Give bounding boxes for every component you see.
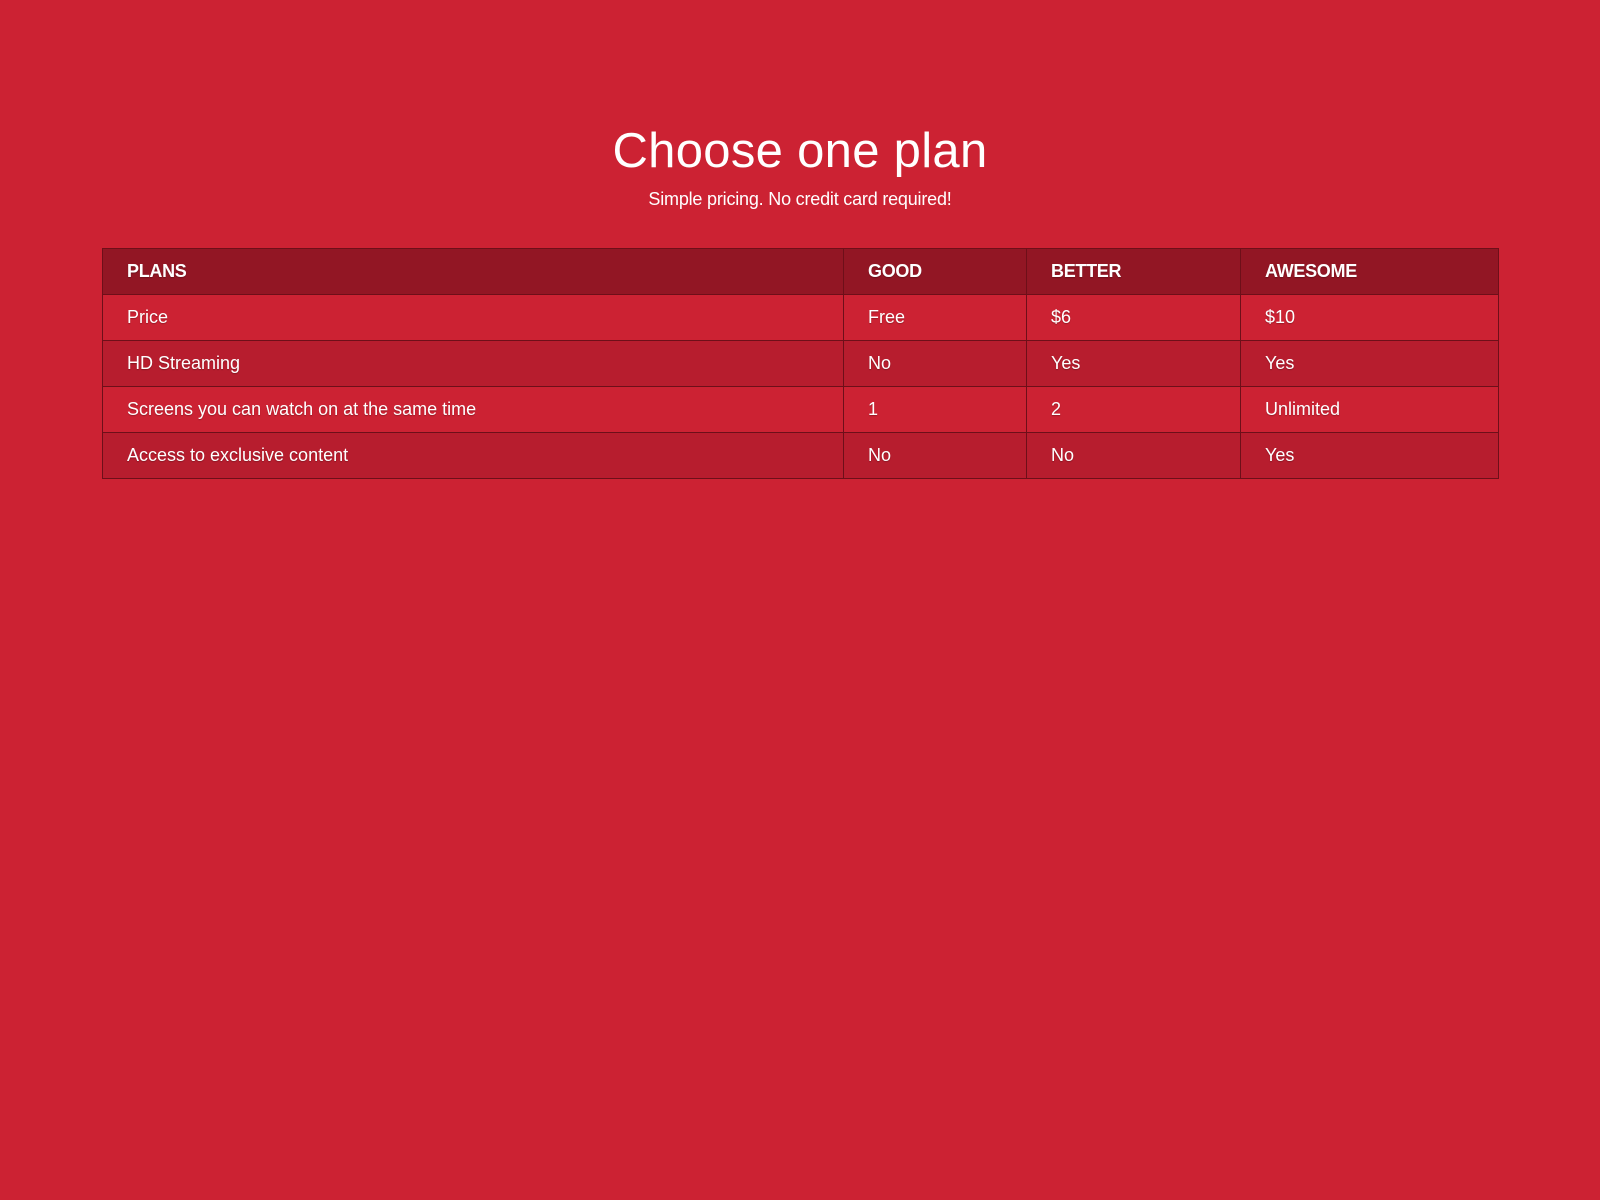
table-cell-good: Free: [843, 294, 1027, 341]
column-header-better: BETTER: [1026, 248, 1241, 295]
page-subtitle: Simple pricing. No credit card required!: [648, 189, 952, 209]
table-header-row: PLANS GOOD BETTER AWESOME: [102, 248, 1499, 295]
pricing-table-container: PLANS GOOD BETTER AWESOME Price Free $6 …: [102, 248, 1499, 479]
table-cell-awesome: Unlimited: [1240, 386, 1499, 433]
table-cell-good: 1: [843, 386, 1027, 433]
feature-label: Screens you can watch on at the same tim…: [102, 386, 844, 433]
column-header-good: GOOD: [843, 248, 1027, 295]
table-cell-better: Yes: [1026, 340, 1241, 387]
table-cell-awesome: $10: [1240, 294, 1499, 341]
table-row-hd-streaming: HD Streaming No Yes Yes: [102, 340, 1499, 387]
table-cell-better: No: [1026, 432, 1241, 479]
table-row-price: Price Free $6 $10: [102, 294, 1499, 341]
feature-label: Price: [102, 294, 844, 341]
page-title: Choose one plan: [612, 124, 988, 178]
table-row-exclusive-content: Access to exclusive content No No Yes: [102, 432, 1499, 479]
pricing-page: Choose one plan Simple pricing. No credi…: [0, 0, 1600, 1200]
table-cell-awesome: Yes: [1240, 432, 1499, 479]
column-header-awesome: AWESOME: [1240, 248, 1499, 295]
column-header-plans: PLANS: [102, 248, 844, 295]
table-cell-good: No: [843, 432, 1027, 479]
table-cell-better: 2: [1026, 386, 1241, 433]
feature-label: Access to exclusive content: [102, 432, 844, 479]
pricing-header: Choose one plan Simple pricing. No credi…: [0, 122, 1600, 210]
feature-label: HD Streaming: [102, 340, 844, 387]
table-cell-better: $6: [1026, 294, 1241, 341]
table-cell-good: No: [843, 340, 1027, 387]
table-cell-awesome: Yes: [1240, 340, 1499, 387]
table-row-screens: Screens you can watch on at the same tim…: [102, 386, 1499, 433]
pricing-table: PLANS GOOD BETTER AWESOME Price Free $6 …: [102, 248, 1499, 479]
